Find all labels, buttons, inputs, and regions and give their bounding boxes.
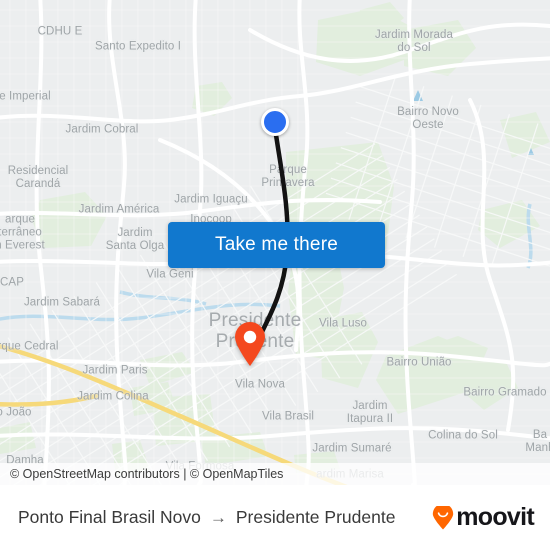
map-attribution: © OpenStreetMap contributors | © OpenMap… — [0, 463, 550, 485]
osm-attribution-link[interactable]: © OpenStreetMap contributors — [10, 467, 180, 481]
moovit-logo[interactable]: moovit — [432, 503, 535, 531]
route-summary: Ponto Final Brasil Novo → Presidente Pru… — [18, 507, 432, 528]
moovit-route-card: CDHU E Santo Expedito Ie Imperial Jardim C… — [0, 0, 550, 550]
map-pin-shape — [235, 322, 265, 366]
route-destination-label: Presidente Prudente — [235, 507, 396, 527]
origin-marker[interactable] — [261, 108, 289, 136]
arrow-right-icon: → — [209, 508, 227, 527]
destination-pin-icon[interactable] — [233, 321, 267, 372]
map-canvas[interactable]: CDHU E Santo Expedito Ie Imperial Jardim C… — [0, 0, 550, 485]
take-me-there-button[interactable]: Take me there — [168, 222, 385, 268]
moovit-pin-icon — [432, 505, 454, 530]
moovit-wordmark: moovit — [456, 503, 534, 531]
openmaptiles-attribution-link[interactable]: © OpenMapTiles — [190, 467, 284, 481]
attribution-separator: | — [179, 467, 190, 481]
route-footer: Ponto Final Brasil Novo → Presidente Pru… — [0, 485, 550, 550]
take-me-there-label: Take me there — [215, 234, 338, 255]
route-origin-label: Ponto Final Brasil Novo — [18, 507, 201, 527]
